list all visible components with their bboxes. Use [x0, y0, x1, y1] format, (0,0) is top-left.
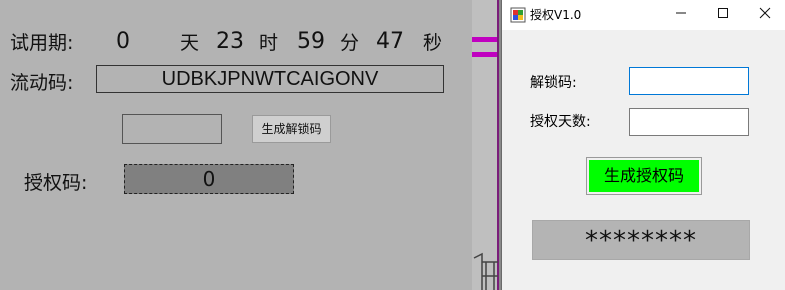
minimize-icon: [676, 12, 686, 14]
trial-minutes-value: 59: [297, 29, 325, 54]
generate-unlock-code-button[interactable]: 生成解锁码: [252, 115, 331, 143]
flow-code-field[interactable]: UDBKJPNWTCAIGONV: [96, 65, 444, 93]
app-icon: [510, 7, 526, 23]
trial-period-label: 试用期:: [10, 32, 74, 54]
unlock-code-field[interactable]: [629, 67, 749, 95]
partial-window-icon: [473, 252, 498, 290]
auth-days-label: 授权天数:: [530, 114, 591, 130]
auth-code-field[interactable]: 0: [124, 164, 294, 194]
authorization-dialog: 授权V1.0 解锁码: 授权天数: 生成授权码 ********: [501, 0, 785, 290]
trial-days-value: 0: [116, 29, 130, 54]
window-title: 授权V1.0: [530, 8, 582, 22]
magenta-line-bottom: [472, 52, 499, 57]
title-bar[interactable]: 授权V1.0: [502, 0, 785, 30]
maximize-button[interactable]: [702, 0, 744, 30]
auth-days-field[interactable]: [629, 108, 749, 136]
trial-seconds-value: 47: [376, 29, 404, 54]
flow-code-label: 流动码:: [10, 72, 74, 94]
unlock-code-label: 解锁码:: [530, 75, 577, 91]
unlock-code-input[interactable]: [122, 114, 222, 144]
generate-auth-code-button[interactable]: 生成授权码: [586, 157, 702, 195]
close-button[interactable]: [744, 0, 785, 30]
second-unit-label: 秒: [423, 32, 443, 54]
close-icon: [759, 7, 771, 19]
auth-code-result: ********: [532, 220, 750, 260]
minimize-button[interactable]: [660, 0, 702, 30]
trial-hours-value: 23: [216, 29, 244, 54]
auth-code-label: 授权码:: [24, 172, 88, 194]
day-unit-label: 天: [180, 32, 200, 54]
maximize-icon: [718, 8, 728, 18]
hour-unit-label: 时: [259, 32, 279, 54]
minute-unit-label: 分: [340, 32, 360, 54]
magenta-line-top: [472, 37, 499, 42]
